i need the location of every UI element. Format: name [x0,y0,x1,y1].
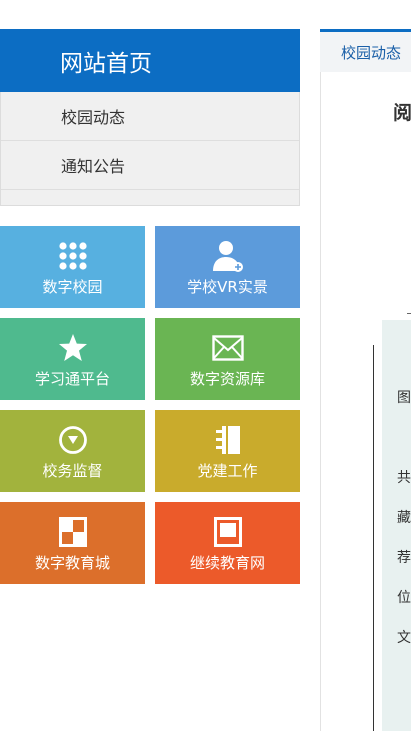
info-label: 荐 [397,550,411,566]
play-circle-icon [56,423,90,457]
tile-party-work[interactable]: 党建工作 [155,410,300,492]
tile-label: 党建工作 [197,462,258,480]
user-add-icon [211,239,245,273]
info-label: 位 [397,590,411,606]
tile-label: 数字校园 [42,278,103,296]
frame-icon [211,515,245,549]
sidebar-item-label: 校园动态 [61,108,126,127]
notebook-icon [211,423,245,457]
tile-label: 数字教育城 [34,554,110,572]
sidebar-title: 网站首页 [60,50,152,77]
tile-label: 数字资源库 [189,370,265,388]
info-label: 图 [397,390,411,406]
sidebar-item-campus-news[interactable]: 校园动态 [1,92,299,141]
tile-label: 校务监督 [42,462,103,480]
info-panel-border [373,345,374,731]
tab-label: 校园动态 [341,43,402,62]
tile-continuing-education[interactable]: 继续教育网 [155,502,300,584]
content-divider [320,72,321,731]
article-title: 阅 [393,102,411,124]
tile-label: 学校VR实景 [187,278,268,296]
tile-learning-platform[interactable]: 学习通平台 [0,318,145,400]
squares-icon [56,515,90,549]
tile-digital-campus[interactable]: 数字校园 [0,226,145,308]
mail-icon [211,331,245,365]
grid-icon [56,239,90,273]
tile-label: 继续教育网 [189,554,265,572]
tile-education-city[interactable]: 数字教育城 [0,502,145,584]
sidebar-item-label: 通知公告 [61,157,126,176]
tab-campus-news[interactable]: 校园动态 [320,29,411,72]
tile-vr-tour[interactable]: 学校VR实景 [155,226,300,308]
divider-dash [407,313,411,314]
tile-affairs-supervision[interactable]: 校务监督 [0,410,145,492]
sidebar-item-notices[interactable]: 通知公告 [1,141,299,190]
info-label: 藏 [397,510,411,526]
star-icon [56,331,90,365]
tile-label: 学习通平台 [34,370,110,388]
sidebar-nav: 校园动态 通知公告 [0,92,300,206]
sidebar-header[interactable]: 网站首页 [0,29,300,92]
tile-resource-library[interactable]: 数字资源库 [155,318,300,400]
info-label: 共 [397,470,411,486]
info-label: 文 [397,630,411,646]
